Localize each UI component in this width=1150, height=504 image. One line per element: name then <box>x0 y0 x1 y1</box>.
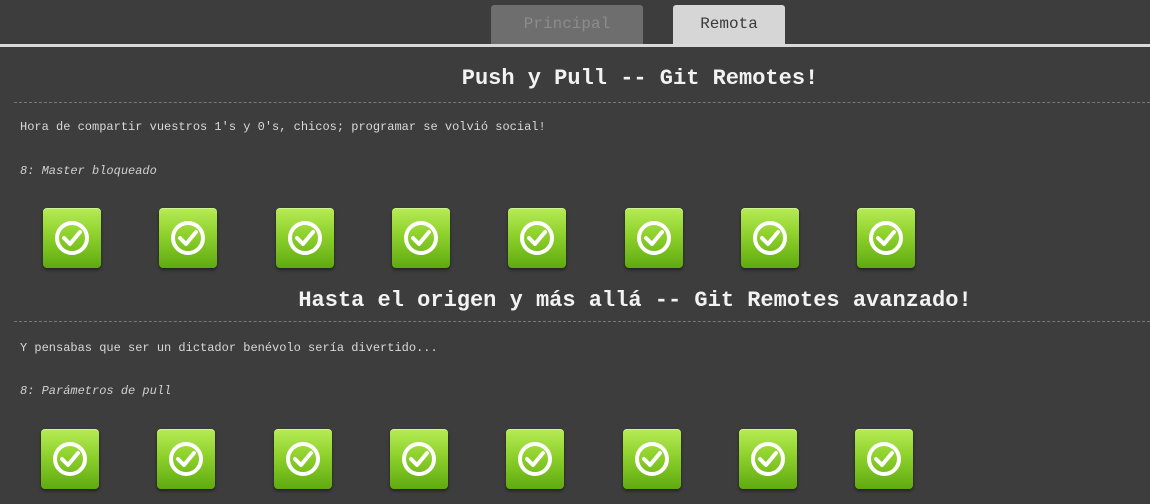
tab-remota[interactable]: Remota <box>673 5 785 44</box>
level-status: 8: Parámetros de pull <box>20 384 172 398</box>
level-status: 8: Master bloqueado <box>20 164 157 178</box>
level-button[interactable] <box>390 429 448 489</box>
level-button[interactable] <box>855 429 913 489</box>
section-divider <box>14 102 1150 103</box>
check-icon <box>518 442 552 476</box>
section-title: Push y Pull -- Git Remotes! <box>461 66 819 91</box>
level-button[interactable] <box>43 208 101 268</box>
level-button[interactable] <box>739 429 797 489</box>
check-icon <box>637 221 671 255</box>
tab-bar: Principal Remota <box>0 0 1150 47</box>
level-icon-row <box>0 208 1150 270</box>
level-button[interactable] <box>506 429 564 489</box>
level-button[interactable] <box>623 429 681 489</box>
check-icon <box>171 221 205 255</box>
check-icon <box>635 442 669 476</box>
check-icon <box>53 442 87 476</box>
level-button[interactable] <box>392 208 450 268</box>
check-icon <box>520 221 554 255</box>
level-button[interactable] <box>857 208 915 268</box>
check-icon <box>753 221 787 255</box>
level-button[interactable] <box>274 429 332 489</box>
level-button[interactable] <box>276 208 334 268</box>
level-button[interactable] <box>508 208 566 268</box>
tab-principal[interactable]: Principal <box>491 5 643 44</box>
section-divider <box>14 321 1150 322</box>
level-button[interactable] <box>157 429 215 489</box>
check-icon <box>55 221 89 255</box>
section-description: Hora de compartir vuestros 1's y 0's, ch… <box>20 120 546 134</box>
check-icon <box>751 442 785 476</box>
check-icon <box>169 442 203 476</box>
check-icon <box>402 442 436 476</box>
level-button[interactable] <box>741 208 799 268</box>
level-icon-row <box>0 429 1150 491</box>
check-icon <box>288 221 322 255</box>
level-button[interactable] <box>41 429 99 489</box>
level-button[interactable] <box>625 208 683 268</box>
check-icon <box>869 221 903 255</box>
check-icon <box>404 221 438 255</box>
level-button[interactable] <box>159 208 217 268</box>
section-title: Hasta el origen y más allá -- Git Remote… <box>298 288 972 313</box>
check-icon <box>867 442 901 476</box>
check-icon <box>286 442 320 476</box>
section-description: Y pensabas que ser un dictador benévolo … <box>20 341 438 355</box>
